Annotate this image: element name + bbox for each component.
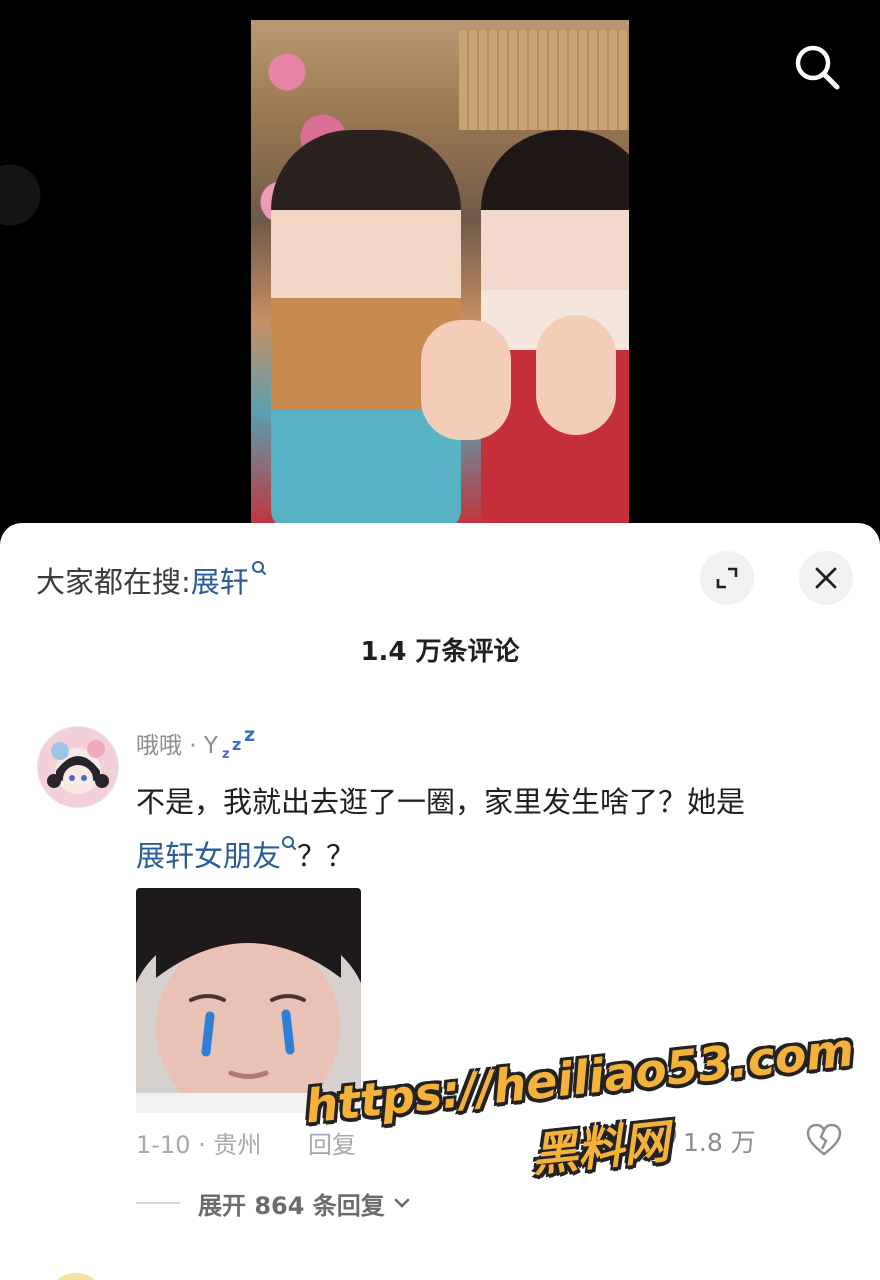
video-player[interactable] — [0, 0, 880, 540]
svg-text:z: z — [244, 725, 255, 746]
close-button[interactable] — [799, 551, 853, 605]
heart-icon — [641, 1124, 677, 1157]
expand-button[interactable] — [700, 551, 754, 605]
comment-meta: 1-10 · 贵州 回复 1.8 万 — [136, 1123, 846, 1163]
trending-search-term[interactable]: 展轩 — [191, 559, 249, 601]
search-small-icon — [251, 561, 266, 575]
background-decoration — [0, 150, 70, 240]
svg-text:z: z — [222, 747, 230, 761]
video-hand-left — [421, 320, 511, 440]
search-small-icon — [282, 836, 297, 850]
video-background-fence — [459, 30, 629, 130]
like-button[interactable]: 1.8 万 — [641, 1123, 756, 1159]
comment-body: 不是，我就出去逛了一圈，家里发生啥了？她是 — [136, 785, 746, 819]
comment-body-suffix: ？？ — [297, 839, 356, 873]
trending-search[interactable]: 大家都在搜: 展轩 — [36, 558, 267, 602]
chevron-down-icon — [394, 1198, 410, 1208]
expand-icon — [716, 567, 738, 589]
search-icon — [795, 45, 840, 90]
svg-text:z: z — [232, 735, 241, 754]
video-hand-right — [536, 315, 616, 435]
comment-sheet: 大家都在搜: 展轩 1.4 万条评论 哦哦 · Y z z z 不是，我就出去逛… — [0, 523, 880, 1280]
expand-replies-label: 展开 864 条回复 — [198, 1191, 385, 1220]
username[interactable]: 哦哦 · Y — [136, 726, 218, 760]
divider-line — [136, 1202, 180, 1204]
broken-heart-icon — [806, 1123, 842, 1156]
expand-replies-button[interactable]: 展开 864 条回复 — [136, 1183, 413, 1223]
reply-button[interactable]: 回复 — [308, 1125, 356, 1160]
crying-boy-sticker — [136, 888, 361, 1113]
video-person-left — [271, 130, 461, 523]
next-comment-avatar[interactable] — [46, 1273, 106, 1280]
comment-search-link[interactable]: 展轩女朋友 — [136, 839, 281, 873]
search-button[interactable] — [790, 40, 844, 94]
comment-count: 1.4 万条评论 — [360, 637, 520, 667]
username-row[interactable]: 哦哦 · Y z z z — [136, 723, 260, 763]
trending-search-prefix: 大家都在搜: — [36, 565, 191, 599]
comment-date-location: 1-10 · 贵州 — [136, 1131, 262, 1159]
comment-image-sticker[interactable] — [136, 888, 361, 1113]
avatar-illustration — [47, 740, 109, 793]
avatar[interactable] — [37, 726, 119, 808]
sleep-zzz-icon: z z z — [222, 725, 255, 761]
video-frame[interactable] — [251, 20, 629, 523]
like-count: 1.8 万 — [683, 1128, 756, 1157]
dislike-button[interactable] — [806, 1123, 842, 1161]
close-icon — [815, 567, 837, 589]
comment-text: 不是，我就出去逛了一圈，家里发生啥了？她是 展轩女朋友 ？？ — [136, 775, 836, 883]
